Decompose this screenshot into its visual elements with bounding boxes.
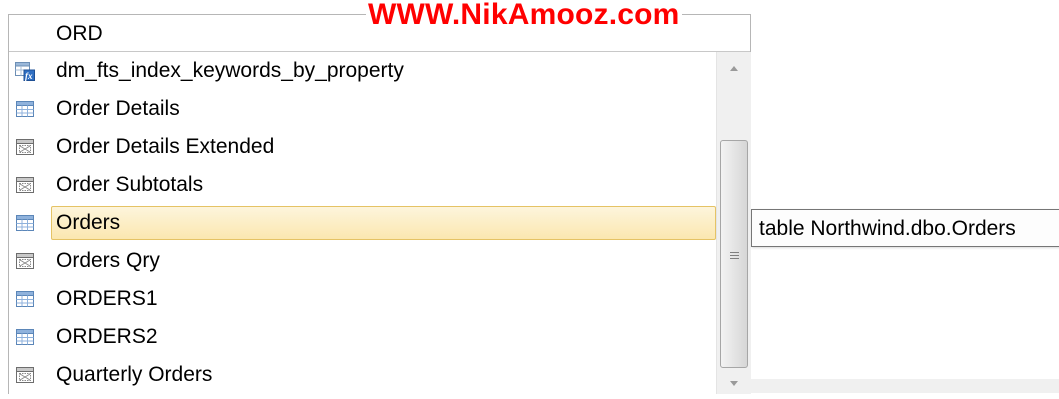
tooltip-text: table Northwind.dbo.Orders (759, 217, 1016, 240)
view-icon (15, 251, 35, 271)
list-item[interactable]: ORDERS1 (9, 280, 716, 318)
table-icon (15, 213, 35, 233)
scroll-down-arrow-icon[interactable] (717, 372, 751, 394)
list-item[interactable]: fx dm_fts_index_keywords_by_property (9, 52, 716, 90)
table-icon (15, 327, 35, 347)
function-icon: fx (15, 61, 35, 81)
list-item[interactable]: Order Details Extended (9, 128, 716, 166)
scroll-up-arrow-icon[interactable] (717, 58, 751, 80)
typed-text: ORD (56, 22, 103, 45)
view-icon (15, 365, 35, 385)
selection-highlight (51, 206, 716, 240)
grip-icon (729, 247, 740, 259)
table-icon (15, 99, 35, 119)
watermark-text: WWW.NikAmooz.com (366, 0, 682, 32)
list-item[interactable]: Order Subtotals (9, 166, 716, 204)
list-item-selected[interactable]: Orders (9, 204, 716, 242)
list-item-label: Order Details Extended (56, 135, 275, 158)
scroll-thumb[interactable] (720, 140, 748, 368)
list-item-label: Orders (56, 211, 121, 234)
background-panel (749, 379, 1059, 393)
list-item[interactable]: Quarterly Orders (9, 356, 716, 394)
view-icon (15, 137, 35, 157)
tooltip: table Northwind.dbo.Orders (751, 209, 1059, 247)
vertical-scrollbar[interactable] (716, 52, 751, 394)
table-icon (15, 289, 35, 309)
svg-text:fx: fx (25, 71, 33, 81)
list-item-label: Order Details (56, 97, 180, 120)
list-item[interactable]: Order Details (9, 90, 716, 128)
completion-list[interactable]: fx dm_fts_index_keywords_by_property Ord… (9, 52, 716, 394)
list-item-label: Order Subtotals (56, 173, 204, 196)
list-item[interactable]: ORDERS2 (9, 318, 716, 356)
intellisense-popup: ORD fx dm_fts_index_keywords_by_property (8, 14, 751, 394)
list-item-label: dm_fts_index_keywords_by_property (56, 59, 404, 82)
list-item-label: ORDERS1 (56, 287, 158, 310)
list-item-label: Quarterly Orders (56, 363, 213, 386)
view-icon (15, 175, 35, 195)
list-item-label: ORDERS2 (56, 325, 158, 348)
list-item[interactable]: Orders Qry (9, 242, 716, 280)
list-item-label: Orders Qry (56, 249, 160, 272)
